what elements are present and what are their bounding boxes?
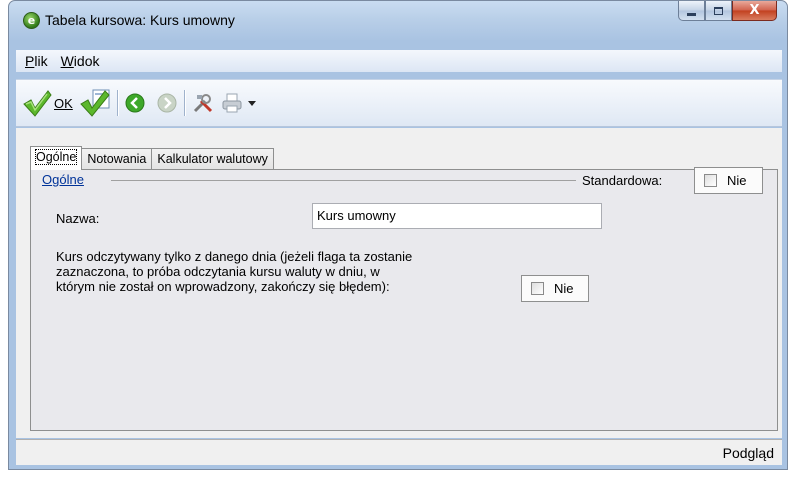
print-dropdown-button[interactable] [247, 88, 257, 118]
tab-ogolne[interactable]: Ogólne [30, 146, 83, 170]
date-only-checkbox-label: Nie [554, 281, 574, 296]
caption-buttons: X [678, 1, 777, 23]
tab-notowania[interactable]: Notowania [81, 148, 153, 170]
checkmark-icon [23, 90, 52, 117]
tab-kalkulator-walutowy[interactable]: Kalkulator walutowy [151, 148, 274, 170]
date-only-description: Kurs odczytywany tylko z danego dnia (je… [56, 249, 413, 294]
minimize-icon [687, 12, 696, 16]
tools-button[interactable] [191, 88, 215, 118]
title-bar[interactable]: e Tabela kursowa: Kurs umowny X [9, 1, 787, 41]
checkbox-square [704, 174, 717, 187]
section-divider [111, 180, 576, 181]
dropdown-arrow-icon [247, 101, 256, 106]
checkmark-save-icon [80, 89, 110, 117]
toolbar: OK [16, 79, 782, 127]
app-icon: e [23, 12, 40, 29]
back-arrow-icon [125, 93, 145, 113]
window: e Tabela kursowa: Kurs umowny X Plik Wid… [8, 0, 788, 470]
printer-icon [222, 93, 242, 113]
save-close-button[interactable] [79, 88, 111, 118]
content-area: Ogólne Notowania Kalkulator walutowy Ogó… [16, 128, 782, 438]
status-text: Podgląd [722, 445, 774, 461]
menu-bar: Plik Widok [16, 50, 782, 72]
checkbox-square [531, 282, 544, 295]
status-bar: Podgląd [16, 439, 782, 465]
tools-icon [193, 94, 212, 113]
standard-checkbox-label: Nie [727, 173, 747, 188]
forward-button[interactable] [156, 88, 178, 118]
maximize-icon [714, 6, 723, 15]
menu-item-plik[interactable]: Plik [25, 53, 48, 69]
print-button[interactable] [221, 88, 243, 118]
window-title: Tabela kursowa: Kurs umowny [45, 12, 235, 28]
tab-panel-ogolne: Ogólne Standardowa: Nie Nazwa: Kurs umow… [30, 167, 778, 431]
toolbar-separator [183, 90, 185, 116]
maximize-button[interactable] [705, 1, 732, 21]
standard-checkbox[interactable]: Nie [694, 167, 763, 194]
date-only-checkbox[interactable]: Nie [521, 275, 589, 302]
section-title: Ogólne [42, 172, 86, 187]
close-button[interactable]: X [732, 1, 777, 21]
tab-strip: Ogólne Notowania Kalkulator walutowy [30, 146, 274, 170]
standard-label: Standardowa: [582, 173, 663, 188]
name-label: Nazwa: [56, 211, 100, 226]
ok-button[interactable]: OK [22, 88, 73, 118]
close-icon: X [749, 3, 760, 18]
toolbar-separator [116, 90, 118, 116]
ok-label: OK [54, 95, 73, 111]
forward-arrow-icon [157, 93, 177, 113]
back-button[interactable] [124, 88, 146, 118]
minimize-button[interactable] [678, 1, 705, 21]
menu-item-widok[interactable]: Widok [61, 53, 100, 69]
name-input[interactable]: Kurs umowny [312, 203, 602, 229]
